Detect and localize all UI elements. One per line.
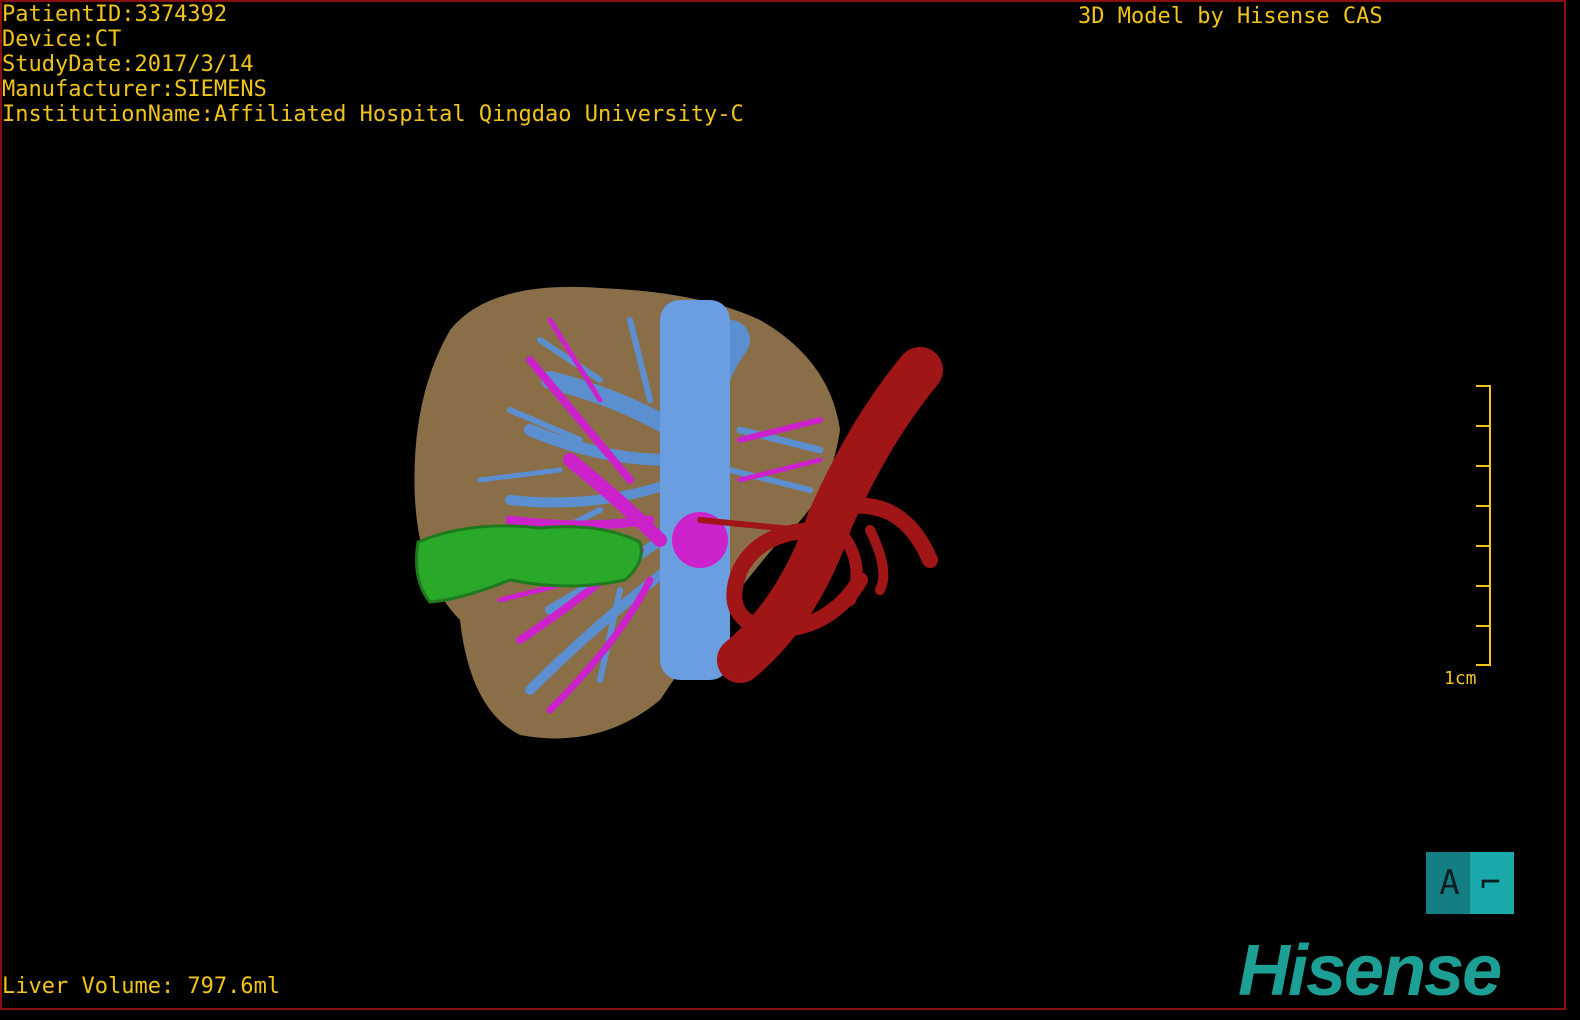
manufacturer-text: Manufacturer:SIEMENS xyxy=(2,77,267,102)
institution-text: InstitutionName:Affiliated Hospital Qing… xyxy=(2,102,744,127)
device-text: Device:CT xyxy=(2,27,122,52)
orientation-cube-button[interactable]: A ⌐ xyxy=(1426,852,1514,914)
patient-id-text: PatientID:3374392 xyxy=(2,2,228,27)
scale-bar-label: 1cm xyxy=(1444,668,1477,689)
dicom-info-panel: PatientID:3374392 Device:CT StudyDate:20… xyxy=(2,2,744,127)
orientation-label: A xyxy=(1439,863,1460,903)
3d-liver-model[interactable] xyxy=(400,280,980,750)
scale-bar xyxy=(1476,385,1491,666)
hisense-logo: Hisense xyxy=(1238,931,1502,1011)
inferior-vena-cava xyxy=(660,300,730,680)
liver-volume-text: Liver Volume: 797.6ml xyxy=(2,974,281,999)
orientation-corner-icon: ⌐ xyxy=(1480,863,1501,903)
model-credit: 3D Model by Hisense CAS xyxy=(1078,4,1383,29)
study-date-text: StudyDate:2017/3/14 xyxy=(2,52,254,77)
